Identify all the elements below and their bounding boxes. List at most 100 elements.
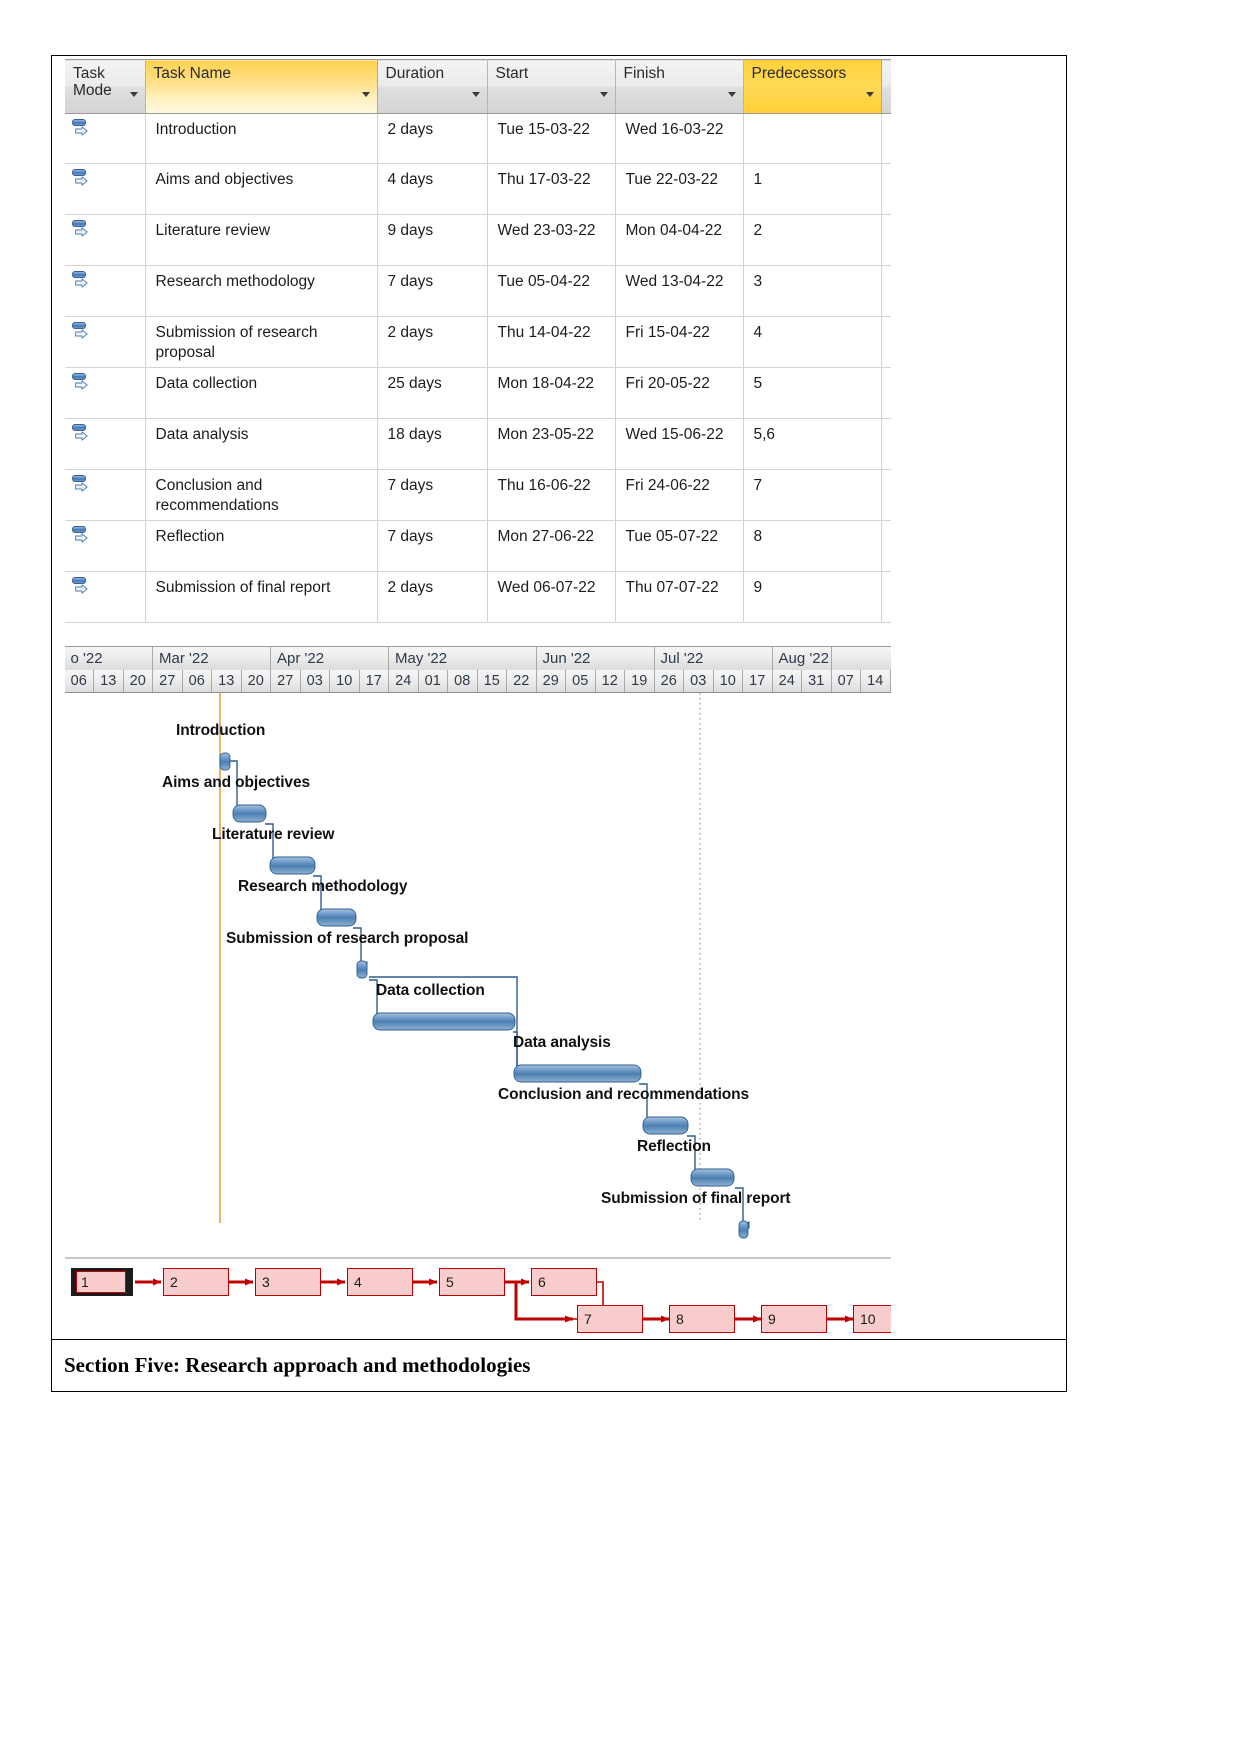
network-node-1[interactable]: 1 — [71, 1268, 133, 1296]
cell-start[interactable]: Wed 23-03-22 — [487, 214, 616, 266]
table-row[interactable]: Research methodology 7 days Tue 05-04-22 We… — [65, 265, 891, 317]
cell-duration[interactable]: 4 days — [377, 163, 488, 215]
cell-task-mode[interactable] — [65, 316, 146, 368]
cell-task-mode[interactable] — [65, 418, 146, 470]
column-header-predecessors[interactable]: Predecessors — [743, 59, 882, 114]
cell-predecessors[interactable]: 7 — [743, 469, 882, 521]
cell-duration[interactable]: 2 days — [377, 113, 488, 164]
cell-task-name[interactable]: Literature review — [145, 214, 378, 266]
network-node-5[interactable]: 5 — [439, 1268, 505, 1296]
cell-predecessors[interactable]: 1 — [743, 163, 882, 215]
cell-start[interactable]: Wed 06-07-22 — [487, 571, 616, 623]
cell-predecessors[interactable]: 9 — [743, 571, 882, 623]
table-row[interactable]: Submission of research proposal 2 days Thu… — [65, 316, 891, 368]
cell-finish[interactable]: Wed 15-06-22 — [615, 418, 744, 470]
gantt-bar-literature-review[interactable] — [269, 856, 316, 875]
network-node-10[interactable]: 10 — [853, 1305, 891, 1333]
cell-predecessors[interactable] — [743, 113, 882, 164]
cell-start[interactable]: Thu 14-04-22 — [487, 316, 616, 368]
gantt-bar-submission-of-research-proposal[interactable] — [356, 960, 368, 979]
cell-predecessors[interactable]: 4 — [743, 316, 882, 368]
gantt-bar-conclusion-and-recommendations[interactable] — [642, 1116, 689, 1135]
gantt-bar-data-collection[interactable] — [372, 1012, 516, 1031]
network-node-7[interactable]: 7 — [577, 1305, 643, 1333]
table-row[interactable]: Literature review 9 days Wed 23-03-22 Mon 0… — [65, 214, 891, 266]
cell-start[interactable]: Mon 23-05-22 — [487, 418, 616, 470]
cell-task-mode[interactable] — [65, 520, 146, 572]
column-header-finish[interactable]: Finish — [615, 59, 744, 114]
gantt-bar-data-analysis[interactable] — [513, 1064, 642, 1083]
cell-start[interactable]: Mon 18-04-22 — [487, 367, 616, 419]
cell-finish[interactable]: Fri 24-06-22 — [615, 469, 744, 521]
cell-task-name[interactable]: Reflection — [145, 520, 378, 572]
cell-duration[interactable]: 18 days — [377, 418, 488, 470]
filter-caret-icon[interactable] — [865, 92, 874, 97]
table-row[interactable]: Aims and objectives 4 days Thu 17-03-22 Tue… — [65, 163, 891, 215]
filter-caret-icon[interactable] — [129, 92, 138, 97]
column-header-task-name[interactable]: Task Name — [145, 59, 378, 114]
cell-finish[interactable]: Fri 20-05-22 — [615, 367, 744, 419]
cell-task-mode[interactable] — [65, 367, 146, 419]
network-node-3[interactable]: 3 — [255, 1268, 321, 1296]
cell-duration[interactable]: 2 days — [377, 571, 488, 623]
filter-caret-icon[interactable] — [471, 92, 480, 97]
cell-duration[interactable]: 2 days — [377, 316, 488, 368]
gantt-bar-reflection[interactable] — [690, 1168, 735, 1187]
cell-start[interactable]: Thu 17-03-22 — [487, 163, 616, 215]
column-header-duration[interactable]: Duration — [377, 59, 488, 114]
gantt-bar-introduction[interactable] — [219, 752, 231, 771]
cell-task-mode[interactable] — [65, 265, 146, 317]
network-node-9[interactable]: 9 — [761, 1305, 827, 1333]
cell-duration[interactable]: 25 days — [377, 367, 488, 419]
cell-predecessors[interactable]: 2 — [743, 214, 882, 266]
cell-task-mode[interactable] — [65, 214, 146, 266]
cell-task-mode[interactable] — [65, 113, 146, 164]
cell-finish[interactable]: Tue 22-03-22 — [615, 163, 744, 215]
gantt-bar-research-methodology[interactable] — [316, 908, 357, 927]
column-header-task-mode[interactable]: Task Mode — [65, 59, 146, 114]
cell-task-mode[interactable] — [65, 571, 146, 623]
cell-duration[interactable]: 7 days — [377, 469, 488, 521]
cell-predecessors[interactable]: 3 — [743, 265, 882, 317]
cell-task-name[interactable]: Conclusion and recommendations — [145, 469, 378, 521]
cell-task-mode[interactable] — [65, 469, 146, 521]
cell-predecessors[interactable]: 8 — [743, 520, 882, 572]
cell-task-name[interactable]: Introduction — [145, 113, 378, 164]
cell-finish[interactable]: Tue 05-07-22 — [615, 520, 744, 572]
cell-duration[interactable]: 7 days — [377, 520, 488, 572]
cell-task-mode[interactable] — [65, 163, 146, 215]
table-row[interactable]: Conclusion and recommendations 7 days Thu … — [65, 469, 891, 521]
cell-predecessors[interactable]: 5 — [743, 367, 882, 419]
cell-finish[interactable]: Fri 15-04-22 — [615, 316, 744, 368]
cell-start[interactable]: Mon 27-06-22 — [487, 520, 616, 572]
cell-predecessors[interactable]: 5,6 — [743, 418, 882, 470]
cell-duration[interactable]: 7 days — [377, 265, 488, 317]
cell-finish[interactable]: Wed 16-03-22 — [615, 113, 744, 164]
column-header-start[interactable]: Start — [487, 59, 616, 114]
table-row[interactable]: Reflection 7 days Mon 27-06-22 Tue 05-07-22… — [65, 520, 891, 572]
cell-finish[interactable]: Wed 13-04-22 — [615, 265, 744, 317]
cell-task-name[interactable]: Submission of research proposal — [145, 316, 378, 368]
network-node-4[interactable]: 4 — [347, 1268, 413, 1296]
table-row[interactable]: Introduction 2 days Tue 15-03-22 Wed 16-03-… — [65, 113, 891, 164]
table-row[interactable]: Data collection 25 days Mon 18-04-22 Fri 20… — [65, 367, 891, 419]
filter-caret-icon[interactable] — [361, 92, 370, 97]
cell-start[interactable]: Tue 15-03-22 — [487, 113, 616, 164]
cell-start[interactable]: Thu 16-06-22 — [487, 469, 616, 521]
filter-caret-icon[interactable] — [599, 92, 608, 97]
cell-task-name[interactable]: Aims and objectives — [145, 163, 378, 215]
network-node-2[interactable]: 2 — [163, 1268, 229, 1296]
cell-finish[interactable]: Mon 04-04-22 — [615, 214, 744, 266]
cell-task-name[interactable]: Research methodology — [145, 265, 378, 317]
cell-start[interactable]: Tue 05-04-22 — [487, 265, 616, 317]
cell-finish[interactable]: Thu 07-07-22 — [615, 571, 744, 623]
cell-task-name[interactable]: Submission of final report — [145, 571, 378, 623]
table-row[interactable]: Data analysis 18 days Mon 23-05-22 Wed 15-0… — [65, 418, 891, 470]
gantt-bar-aims-and-objectives[interactable] — [232, 804, 267, 823]
filter-caret-icon[interactable] — [727, 92, 736, 97]
cell-task-name[interactable]: Data collection — [145, 367, 378, 419]
network-node-6[interactable]: 6 — [531, 1268, 597, 1296]
cell-duration[interactable]: 9 days — [377, 214, 488, 266]
table-row[interactable]: Submission of final report 2 days Wed 06-0… — [65, 571, 891, 623]
cell-task-name[interactable]: Data analysis — [145, 418, 378, 470]
